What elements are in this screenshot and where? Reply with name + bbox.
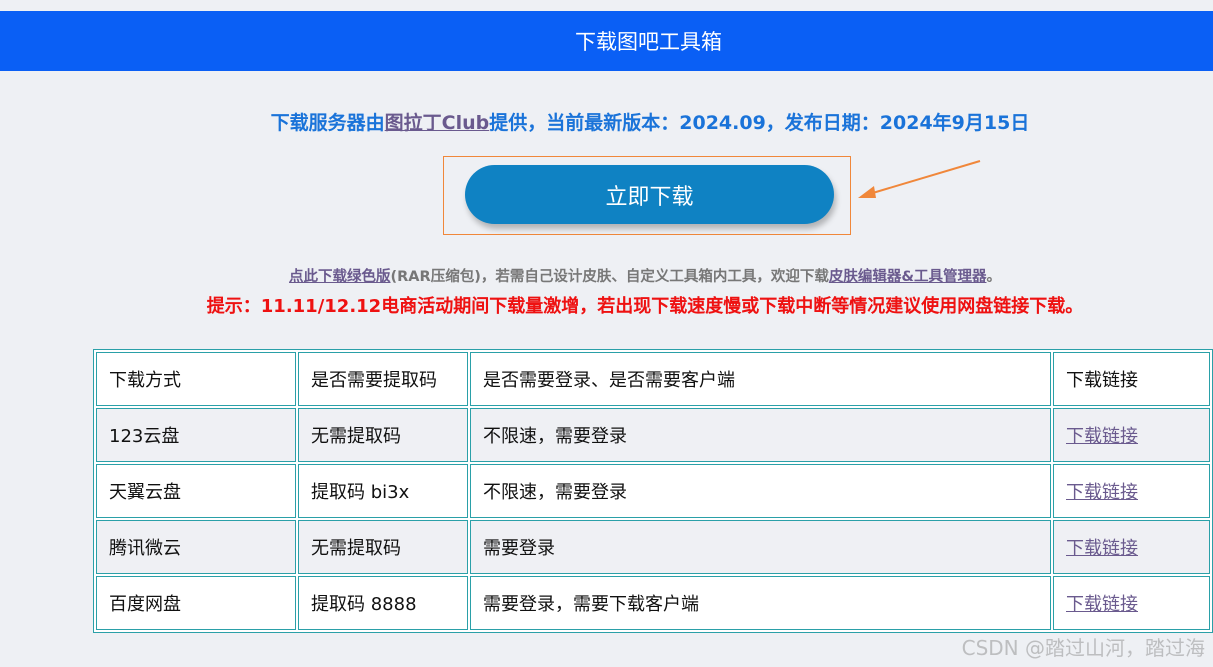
- tip-notice: 提示：11.11/12.12电商活动期间下载量激增，若出现下载速度慢或下载中断等…: [206, 296, 1084, 317]
- green-version-end: 。: [986, 269, 1001, 285]
- download-now-button[interactable]: 立即下载: [465, 165, 834, 224]
- cell-method: 百度网盘: [96, 576, 296, 630]
- release-info: 下载服务器由图拉丁Club提供，当前最新版本：2024.09，发布日期：2024…: [0, 108, 1213, 135]
- download-link-baidu[interactable]: 下载链接: [1066, 594, 1138, 615]
- table-row: 腾讯微云 无需提取码 需要登录 下载链接: [96, 520, 1210, 574]
- top-header-bar: 下载图吧工具箱: [0, 11, 1213, 71]
- table-row: 百度网盘 提取码 8888 需要登录，需要下载客户端 下载链接: [96, 576, 1210, 630]
- cell-requirement: 需要登录，需要下载客户端: [470, 576, 1051, 630]
- cell-requirement: 需要登录: [470, 520, 1051, 574]
- tulading-club-link[interactable]: 图拉丁Club: [385, 112, 490, 134]
- table-row: 天翼云盘 提取码 bi3x 不限速，需要登录 下载链接: [96, 464, 1210, 518]
- cell-code: 无需提取码: [298, 408, 468, 462]
- header-requirement: 是否需要登录、是否需要客户端: [470, 352, 1051, 406]
- cell-requirement: 不限速，需要登录: [470, 464, 1051, 518]
- download-link-weiyun[interactable]: 下载链接: [1066, 538, 1138, 559]
- green-version-info: 点此下载绿色版(RAR压缩包)，若需自己设计皮肤、自定义工具箱内工具，欢迎下载皮…: [0, 265, 1213, 286]
- cell-code: 无需提取码: [298, 520, 468, 574]
- cell-code: 提取码 8888: [298, 576, 468, 630]
- annotation-arrow-icon: [858, 160, 981, 198]
- skin-editor-link[interactable]: 皮肤编辑器&工具管理器: [829, 269, 987, 285]
- cell-requirement: 不限速，需要登录: [470, 408, 1051, 462]
- download-table: 下载方式 是否需要提取码 是否需要登录、是否需要客户端 下载链接 123云盘 无…: [93, 349, 1213, 633]
- cell-code: 提取码 bi3x: [298, 464, 468, 518]
- cell-method: 腾讯微云: [96, 520, 296, 574]
- cell-method: 天翼云盘: [96, 464, 296, 518]
- cell-link: 下载链接: [1053, 408, 1210, 462]
- cell-method: 123云盘: [96, 408, 296, 462]
- release-prefix: 下载服务器由: [270, 112, 385, 134]
- csdn-watermark: CSDN @踏过山河，踏过海: [961, 636, 1205, 660]
- release-suffix: 提供，当前最新版本：2024.09，发布日期：2024年9月15日: [489, 112, 1030, 134]
- cell-link: 下载链接: [1053, 520, 1210, 574]
- cell-link: 下载链接: [1053, 464, 1210, 518]
- table-row: 123云盘 无需提取码 不限速，需要登录 下载链接: [96, 408, 1210, 462]
- header-code: 是否需要提取码: [298, 352, 468, 406]
- download-link-tianyi[interactable]: 下载链接: [1066, 482, 1138, 503]
- table-header-row: 下载方式 是否需要提取码 是否需要登录、是否需要客户端 下载链接: [96, 352, 1210, 406]
- green-version-link[interactable]: 点此下载绿色版: [289, 269, 391, 285]
- header-link: 下载链接: [1053, 352, 1210, 406]
- header-method: 下载方式: [96, 352, 296, 406]
- page-title: 下载图吧工具箱: [575, 30, 722, 54]
- green-version-text: (RAR压缩包)，若需自己设计皮肤、自定义工具箱内工具，欢迎下载: [390, 269, 829, 285]
- cell-link: 下载链接: [1053, 576, 1210, 630]
- download-link-123pan[interactable]: 下载链接: [1066, 426, 1138, 447]
